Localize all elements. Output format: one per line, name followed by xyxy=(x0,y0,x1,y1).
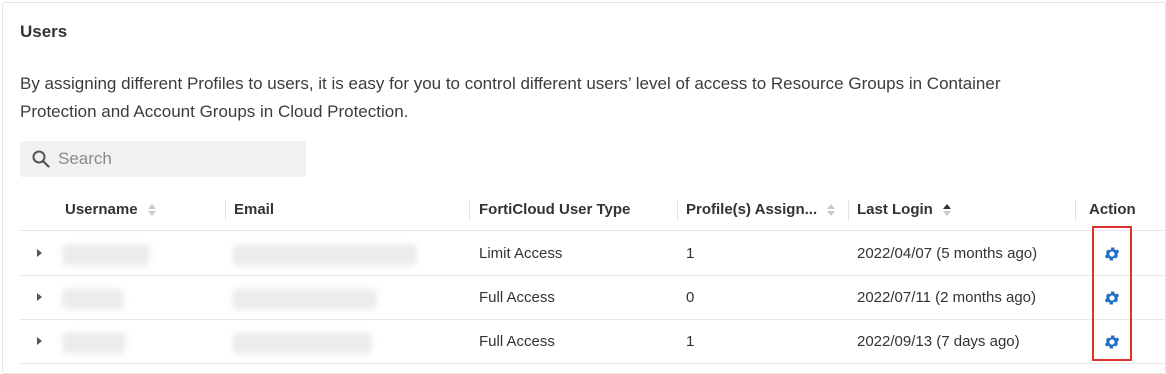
column-header-username[interactable]: Username xyxy=(65,201,156,218)
username-redacted xyxy=(62,244,150,266)
search-box[interactable] xyxy=(20,141,306,177)
sort-icon[interactable] xyxy=(147,203,156,216)
email-redacted xyxy=(232,244,417,266)
user-type-cell: Limit Access xyxy=(479,245,563,262)
user-type-cell: Full Access xyxy=(479,289,555,306)
action-column-highlight xyxy=(1092,226,1132,361)
column-divider xyxy=(469,200,470,220)
last-login-cell: 2022/04/07 (5 months ago) xyxy=(857,245,1038,262)
section-description: By assigning different Profiles to users… xyxy=(20,74,1001,121)
column-header-user-type[interactable]: FortiCloud User Type xyxy=(479,201,630,218)
profiles-cell: 1 xyxy=(686,245,695,262)
column-header-last-login[interactable]: Last Login xyxy=(857,201,951,218)
search-input[interactable] xyxy=(58,141,298,177)
row-divider xyxy=(20,363,1164,364)
email-redacted xyxy=(232,288,377,310)
expand-row-icon[interactable] xyxy=(37,337,42,345)
username-redacted xyxy=(62,288,124,310)
expand-row-icon[interactable] xyxy=(37,249,42,257)
email-redacted xyxy=(232,332,372,354)
username-redacted xyxy=(62,332,126,354)
sort-icon[interactable] xyxy=(827,203,836,216)
column-header-email[interactable]: Email xyxy=(234,201,274,218)
column-divider xyxy=(1075,200,1076,220)
sort-icon-active[interactable] xyxy=(942,203,951,216)
column-header-action: Action xyxy=(1089,201,1136,218)
column-divider xyxy=(848,200,849,220)
last-login-cell: 2022/07/11 (2 months ago) xyxy=(857,289,1037,306)
user-type-cell: Full Access xyxy=(479,333,555,350)
search-icon xyxy=(32,150,50,168)
column-header-profiles[interactable]: Profile(s) Assign... xyxy=(686,201,836,218)
table-row[interactable]: Limit Access 1 2022/04/07 (5 months ago) xyxy=(20,232,1164,276)
table-row[interactable]: Full Access 0 2022/07/11 (2 months ago) xyxy=(20,276,1164,320)
profiles-cell: 1 xyxy=(686,333,695,350)
column-divider xyxy=(225,200,226,220)
section-title: Users xyxy=(20,22,68,41)
row-divider xyxy=(20,230,1164,231)
expand-row-icon[interactable] xyxy=(37,293,42,301)
last-login-cell: 2022/09/13 (7 days ago) xyxy=(857,333,1020,350)
column-divider xyxy=(677,200,678,220)
profiles-cell: 0 xyxy=(686,289,695,306)
table-row[interactable]: Full Access 1 2022/09/13 (7 days ago) xyxy=(20,320,1164,364)
